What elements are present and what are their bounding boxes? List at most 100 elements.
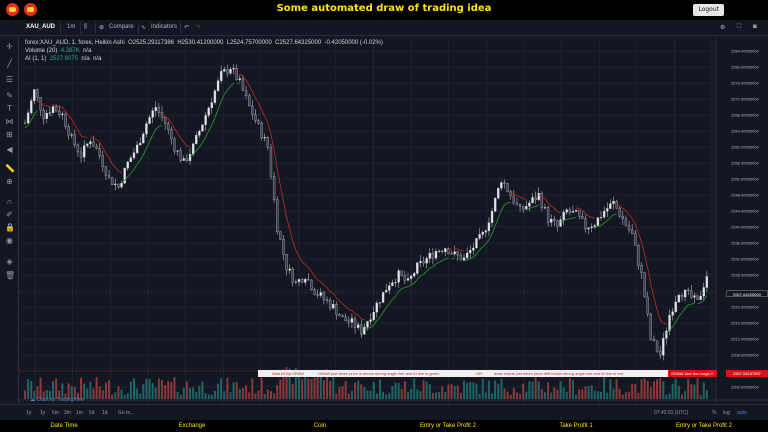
candle-body (487, 222, 491, 232)
utc-clock[interactable]: 07:42:01 (UTC) (654, 410, 688, 416)
candle-body (571, 211, 575, 213)
range-button[interactable]: 1m (76, 410, 83, 416)
legend-change: -0.42050000 (-0.02%) (324, 40, 383, 46)
candle-body (419, 261, 422, 263)
crosshair-icon[interactable]: ✛ (5, 42, 14, 51)
ai-line-segment (59, 106, 63, 108)
horizontal-lines-icon[interactable]: ☰ (5, 75, 14, 84)
ruler-icon[interactable]: 📏 (5, 164, 15, 173)
indicators-button[interactable]: Indicators (151, 24, 177, 30)
signal-price-tag: 2507.06157897 (726, 370, 768, 377)
message-draw-long: DRAW just when price is above strong ang… (318, 371, 440, 376)
price-chart[interactable]: 2584.00000000 2580.00000000 2576.00000000 2… (19, 37, 768, 420)
log-toggle[interactable]: log (723, 410, 730, 416)
volume-bar (189, 387, 192, 399)
tradingview-watermark[interactable]: ☁ Chart by TradingView (30, 397, 84, 403)
volume-bar (80, 377, 83, 399)
text-tool-icon[interactable]: T (5, 104, 14, 113)
ai-line-segment (80, 135, 85, 138)
volume-bar (600, 391, 603, 399)
range-button[interactable]: 3m (64, 410, 71, 416)
candle-body (646, 296, 649, 315)
camera-icon[interactable]: ◙ (753, 24, 757, 30)
percent-toggle[interactable]: % (712, 410, 716, 416)
volume-bar (596, 391, 599, 399)
volume-bar (506, 391, 509, 399)
magnet-icon[interactable]: ∩ (5, 197, 14, 206)
candle-body (578, 210, 581, 217)
range-button[interactable]: 1y (26, 410, 31, 416)
candle-body (244, 90, 248, 97)
legend-ai-row[interactable]: AI (1, 1) 2527.6075 n/a n/a (25, 56, 383, 62)
ai-line-segment (105, 152, 110, 159)
ai-line-segment (239, 73, 244, 78)
visibility-icon[interactable]: ◉ (5, 236, 14, 245)
lock-icon[interactable]: 🔒 (5, 223, 15, 232)
logout-button[interactable]: Logout (693, 4, 724, 16)
range-button[interactable]: 1d (102, 410, 108, 416)
bar-style-icon[interactable]: ⫼ (84, 24, 87, 31)
ai-line-segment (96, 139, 100, 143)
ai-line-segment (354, 313, 359, 316)
zoom-in-icon[interactable]: ⊕ (5, 177, 14, 186)
candle-body (416, 262, 419, 274)
stay-drawing-icon[interactable]: ✐ (5, 210, 14, 219)
candle-body (26, 112, 30, 124)
ai-line-segment (557, 211, 561, 213)
candle-body (375, 302, 378, 313)
ai-line-segment (470, 256, 474, 260)
candle-body (406, 278, 410, 281)
ai-line-segment (43, 104, 47, 107)
layers-icon[interactable]: ◈ (5, 257, 14, 266)
candle-body (631, 229, 634, 234)
range-button[interactable]: 5d (89, 410, 95, 416)
ai-line-segment (585, 213, 589, 217)
legend-volume-row[interactable]: Volume (20) 4.387K n/a (25, 48, 383, 54)
range-button[interactable]: 6m (52, 410, 59, 416)
volume-bar (210, 394, 213, 399)
back-arrow-icon[interactable]: ◀ (5, 145, 14, 154)
candle-body (528, 202, 531, 207)
magic-button[interactable]: DRAW 2we the magic?! (668, 370, 717, 377)
volume-bar (668, 393, 671, 399)
brush-icon[interactable]: ✎ (5, 91, 14, 100)
settings-icon[interactable]: ⚙ (720, 24, 725, 31)
trend-line-icon[interactable]: ╱ (5, 59, 14, 68)
candle-body (182, 158, 185, 161)
volume-bar (503, 388, 506, 399)
interval-button[interactable]: 1m (67, 24, 75, 30)
candle-body (624, 218, 628, 226)
range-button[interactable]: 1y (40, 410, 45, 416)
indicators-icon[interactable]: ∿ (141, 24, 146, 31)
volume-bar (279, 379, 282, 399)
chart-area[interactable]: 2584.00000000 2580.00000000 2576.00000000 2… (19, 37, 768, 420)
candle-body (469, 250, 472, 254)
footer-tp1: Take Profit 1 (559, 423, 593, 429)
volume-bar (624, 392, 627, 399)
toolbar-divider (180, 22, 181, 34)
candle-body (634, 233, 637, 246)
fullscreen-icon[interactable]: ⛶ (737, 24, 741, 31)
pattern-icon[interactable]: ⋈ (5, 117, 14, 126)
compare-button[interactable]: Compare (109, 24, 134, 30)
compare-icon[interactable]: ⊕ (99, 24, 104, 31)
volume-bar (136, 388, 139, 399)
volume-bar (416, 389, 419, 399)
volume-bar (631, 383, 634, 399)
redo-icon[interactable]: ↷ (196, 24, 201, 31)
auto-toggle[interactable]: auto (737, 410, 747, 416)
candle-body (163, 117, 167, 124)
candle-body (637, 245, 640, 266)
ai-line-segment (336, 297, 340, 302)
prediction-icon[interactable]: ⊞ (5, 130, 14, 139)
ai-line-segment (647, 267, 652, 285)
candle-body (431, 252, 435, 259)
volume-bar (528, 381, 531, 399)
goto-button[interactable]: Go to... (118, 410, 134, 416)
ai-line-segment (457, 248, 462, 251)
undo-icon[interactable]: ↶ (184, 24, 189, 31)
legend-volume-value: 4.387K (60, 48, 80, 54)
symbol-search-button[interactable]: XAU_AUD (26, 24, 55, 30)
trash-icon[interactable]: 🗑 (5, 271, 15, 280)
ai-line-segment (663, 322, 667, 325)
